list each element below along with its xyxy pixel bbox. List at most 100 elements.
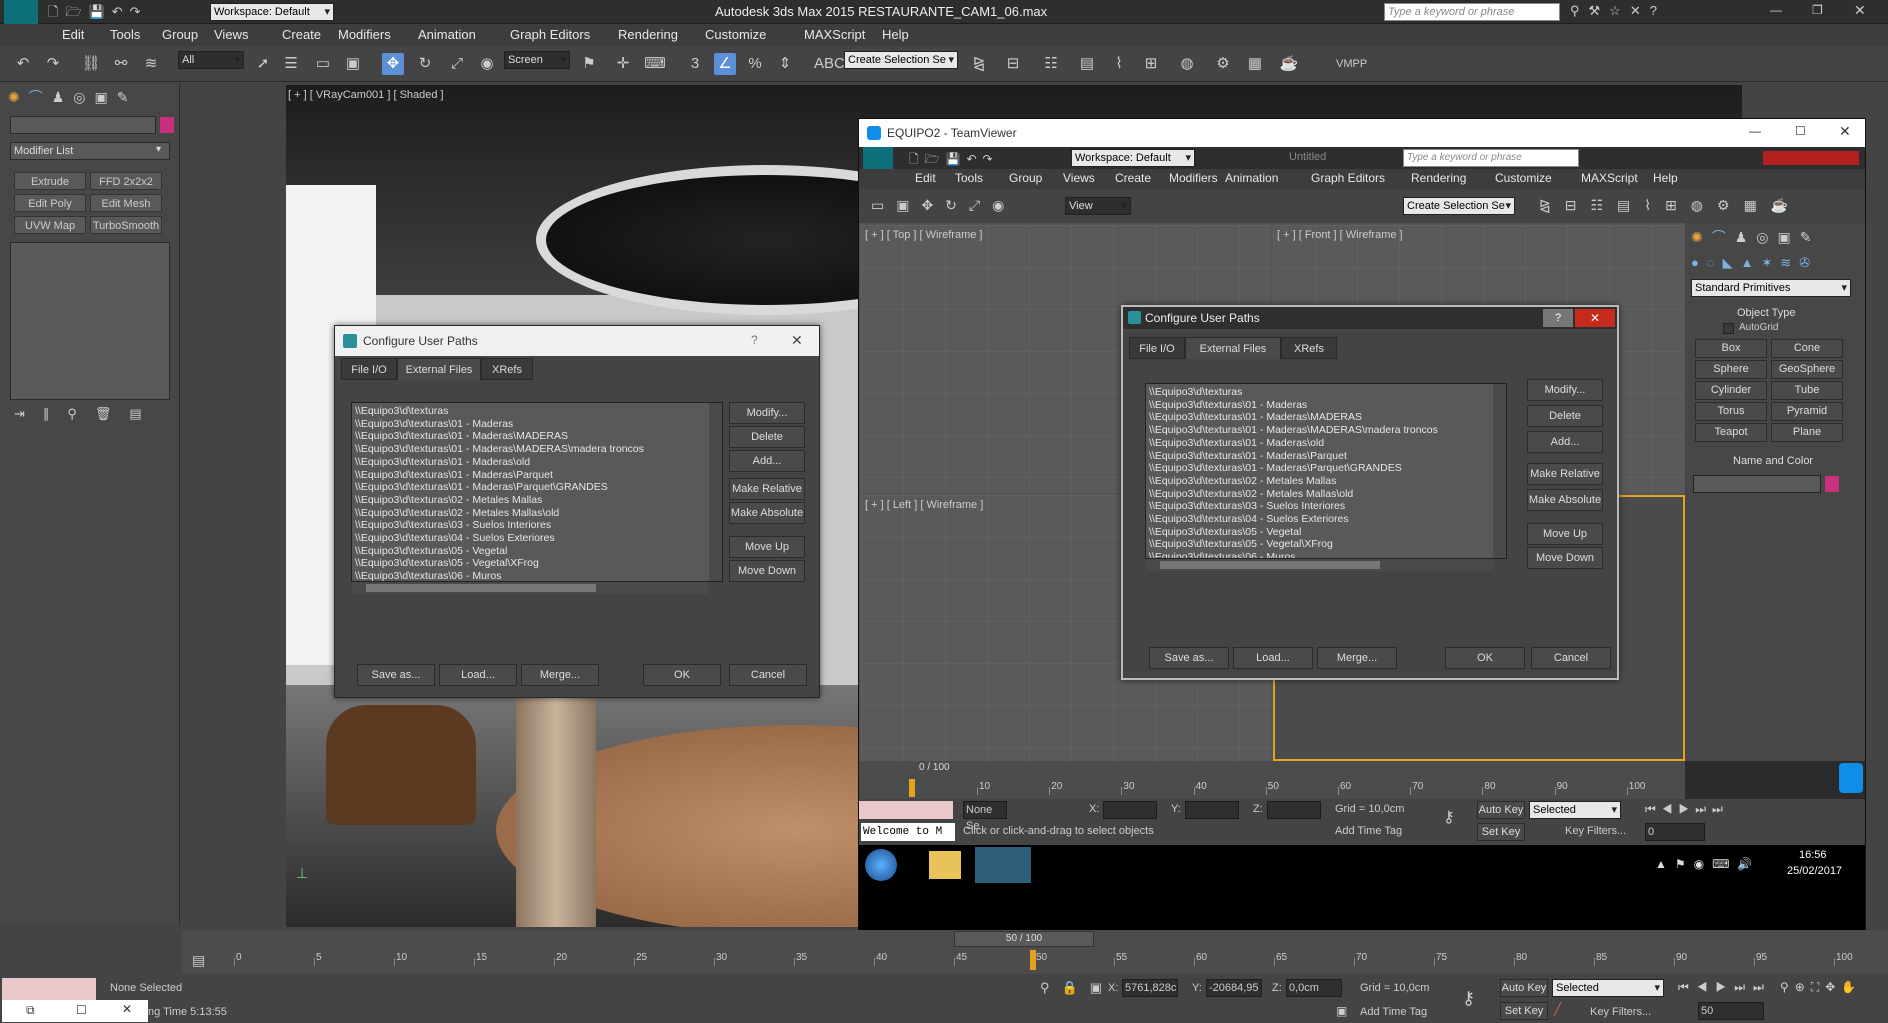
make-relative-button[interactable]: Make Relative (729, 478, 805, 500)
move-icon[interactable]: ✥ (382, 53, 404, 75)
remote-command-tabs[interactable]: ✺⌒♟◎▣✎ (1691, 227, 1820, 247)
remote-load-button[interactable]: Load... (1233, 647, 1313, 669)
path-item[interactable]: \\Equipo3\d\texturas (352, 405, 722, 418)
remote-menu-group[interactable]: Group (1009, 171, 1042, 185)
remote-menu-help[interactable]: Help (1653, 171, 1678, 185)
remote-prim-sphere-button[interactable]: Sphere (1695, 360, 1767, 379)
remote-paths-scrollbar[interactable] (1493, 384, 1506, 558)
quick-access-icons[interactable]: 🗋🗁💾↶↷ (48, 3, 148, 25)
select-object-icon[interactable]: ➚ (252, 53, 274, 75)
paths-hscrollbar[interactable] (352, 582, 708, 594)
key-filters-button[interactable]: Key Filters... (1590, 1006, 1651, 1018)
menu-edit[interactable]: Edit (62, 27, 84, 42)
remote-path-item[interactable]: \\Equipo3\d\texturas\05 - Vegetal\XFrog (1146, 538, 1506, 551)
remote-prim-geosphere-button[interactable]: GeoSphere (1771, 360, 1843, 379)
x-coordinate-field[interactable]: 5761,828c (1122, 979, 1178, 997)
remote-window-buttons[interactable] (1763, 151, 1859, 165)
select-by-name-icon[interactable]: ☰ (280, 53, 302, 75)
remote-prim-torus-button[interactable]: Torus (1695, 402, 1767, 421)
tray-icons[interactable]: ▲⚑◉⌨🔊 (1655, 857, 1760, 871)
path-item[interactable]: \\Equipo3\d\texturas\01 - Maderas (352, 418, 722, 431)
time-thumb-marker[interactable] (1030, 950, 1036, 970)
remote-menu-graph-editors[interactable]: Graph Editors (1311, 171, 1385, 185)
rendered-frame-icon[interactable]: ▦ (1244, 53, 1266, 75)
curve-editor-toggle-icon[interactable]: ▤ (192, 952, 205, 969)
modifier-dropdown-arrow-icon[interactable]: ▾ (156, 144, 161, 155)
remote-autogrid-checkbox[interactable] (1723, 323, 1734, 334)
remote-toolbar-icons[interactable]: ▭▣✥↻⤢◉ (871, 197, 1016, 214)
remote-tab-xrefs[interactable]: XRefs (1281, 337, 1337, 359)
render-setup-icon[interactable]: ⚙ (1212, 53, 1234, 75)
menu-tools[interactable]: Tools (110, 27, 140, 42)
remote-path-item[interactable]: \\Equipo3\d\texturas\01 - Maderas\MADERA… (1146, 424, 1506, 437)
path-item[interactable]: \\Equipo3\d\texturas\01 - Maderas\Parque… (352, 481, 722, 494)
time-slider[interactable]: 50 / 100 (182, 930, 1888, 948)
remote-merge-button[interactable]: Merge... (1317, 647, 1397, 669)
remote-path-item[interactable]: \\Equipo3\d\texturas\01 - Maderas\Parque… (1146, 450, 1506, 463)
track-bar[interactable]: 0 5 10 15 20 25 30 35 40 45 50 55 60 65 70 75 80 85 90 95 10… (182, 948, 1888, 974)
scale-icon[interactable]: ⤢ (446, 53, 468, 75)
teamviewer-side-handle-icon[interactable] (1839, 763, 1863, 793)
delete-button[interactable]: Delete (729, 426, 805, 448)
z-coordinate-field[interactable]: 0,0cm (1286, 979, 1342, 997)
remote-name-field[interactable] (1693, 475, 1821, 493)
tab-file-io[interactable]: File I/O (341, 358, 397, 380)
modifier-button-edit-poly[interactable]: Edit Poly (14, 194, 86, 212)
save-as-button[interactable]: Save as... (357, 664, 435, 686)
remote-y-field[interactable] (1185, 801, 1239, 819)
select-manipulate-icon[interactable]: ✛ (612, 53, 634, 75)
thumb-close-icon[interactable]: ✕ (122, 1002, 132, 1016)
menu-graph-editors[interactable]: Graph Editors (510, 27, 590, 42)
remote-prim-pyramid-button[interactable]: Pyramid (1771, 402, 1843, 421)
lock-icons[interactable]: ⚲🔒▣ (1040, 980, 1114, 996)
start-button-icon[interactable] (865, 849, 897, 881)
remote-make-absolute-button[interactable]: Make Absolute (1527, 489, 1603, 511)
remote-modify-button[interactable]: Modify... (1527, 379, 1603, 401)
explorer-taskbar-icon[interactable] (929, 851, 961, 879)
move-up-button[interactable]: Move Up (729, 536, 805, 558)
path-item[interactable]: \\Equipo3\d\texturas\01 - Maderas\MADERA… (352, 430, 722, 443)
remote-key-icon[interactable]: ⚷ (1443, 807, 1455, 827)
align-icon[interactable]: ⊟ (1002, 53, 1024, 75)
remote-prim-tube-button[interactable]: Tube (1771, 381, 1843, 400)
tab-xrefs[interactable]: XRefs (481, 358, 533, 380)
remote-menu-edit[interactable]: Edit (915, 171, 936, 185)
add-time-tag[interactable]: Add Time Tag (1360, 1006, 1427, 1018)
viewport-label[interactable]: [ + ] [ VRayCam001 ] [ Shaded ] (288, 89, 444, 101)
selected-dropdown[interactable]: Selected (1552, 979, 1664, 997)
time-slider-thumb[interactable]: 50 / 100 (954, 931, 1094, 947)
add-time-tag-icon[interactable]: ▣ (1336, 1004, 1347, 1018)
remote-path-item[interactable]: \\Equipo3\d\texturas (1146, 386, 1506, 399)
remote-z-field[interactable] (1267, 801, 1321, 819)
vmpp-label[interactable]: VMPP (1336, 58, 1367, 70)
reference-coord-dropdown[interactable]: Screen (504, 51, 570, 69)
menu-customize[interactable]: Customize (705, 27, 766, 42)
remote-setkey-button[interactable]: Set Key (1477, 823, 1525, 841)
remote-time-thumb[interactable] (909, 779, 915, 797)
remote-path-item[interactable]: \\Equipo3\d\texturas\04 - Suelos Exterio… (1146, 513, 1506, 526)
place-icon[interactable]: ◉ (476, 53, 498, 75)
remote-maxscript-listener[interactable] (859, 801, 953, 819)
modifier-button-turbosmooth[interactable]: TurboSmooth (90, 216, 162, 234)
menu-modifiers[interactable]: Modifiers (338, 27, 391, 42)
stack-tools-icons[interactable]: ⇥∥⚲🗑▤ (14, 406, 160, 422)
add-button[interactable]: Add... (729, 450, 805, 472)
remote-close-icon[interactable]: ✕ (1575, 309, 1615, 327)
remote-search-input[interactable]: Type a keyword or phrase (1403, 149, 1579, 167)
remote-category-dropdown[interactable]: Standard Primitives (1691, 279, 1851, 297)
unlink-icon[interactable]: ⚯ (110, 53, 132, 75)
remote-paths-hscrollbar[interactable] (1146, 559, 1494, 571)
cancel-button[interactable]: Cancel (729, 664, 807, 686)
remote-path-item[interactable]: \\Equipo3\d\texturas\01 - Maderas\old (1146, 437, 1506, 450)
modifier-button-uvw-map[interactable]: UVW Map (14, 216, 86, 234)
path-item[interactable]: \\Equipo3\d\texturas\04 - Suelos Exterio… (352, 532, 722, 545)
remote-prim-teapot-button[interactable]: Teapot (1695, 423, 1767, 442)
path-item[interactable]: \\Equipo3\d\texturas\01 - Maderas\old (352, 456, 722, 469)
remote-tab-external-files[interactable]: External Files (1185, 337, 1281, 359)
remote-save-as-button[interactable]: Save as... (1149, 647, 1229, 669)
remote-workspace-dropdown[interactable]: Workspace: Default (1071, 149, 1195, 167)
ok-button[interactable]: OK (643, 664, 721, 686)
command-tabs[interactable]: ✺⌒♟◎▣✎ (8, 87, 137, 107)
thumb-maximize-icon[interactable]: ☐ (76, 1003, 87, 1017)
selection-filter-dropdown[interactable]: All (178, 51, 244, 69)
